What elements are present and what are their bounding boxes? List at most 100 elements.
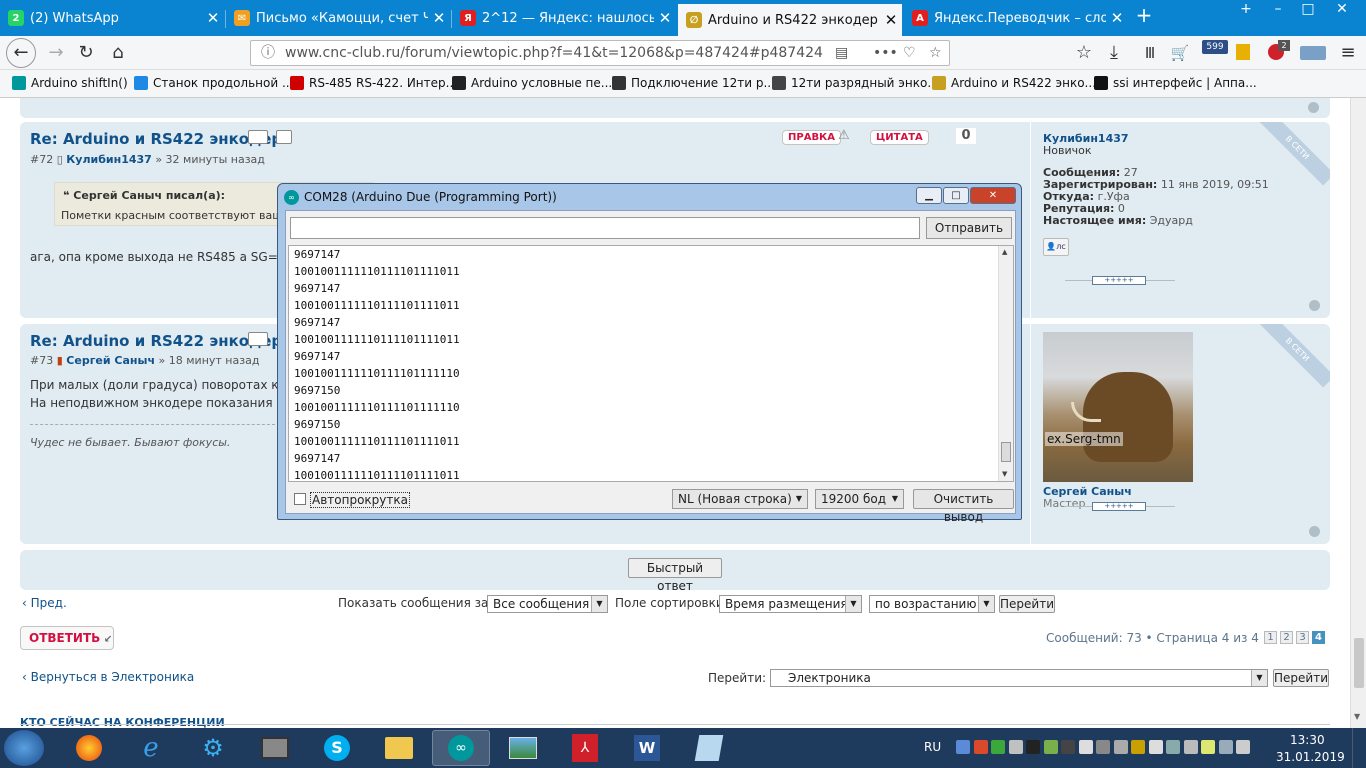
close-tab-icon[interactable]: ✕ [428, 9, 450, 27]
taskbar-photos[interactable] [494, 730, 552, 766]
battery-icon[interactable] [1218, 740, 1233, 754]
tray-icon[interactable] [1236, 740, 1250, 754]
tab-4[interactable]: ∅ Arduino и RS422 энкодер • Ста✕ [678, 4, 902, 36]
post-author[interactable]: Сергей Саныч [66, 354, 155, 367]
new-tab-plus-icon[interactable]: + [1130, 5, 1158, 26]
start-button[interactable] [4, 730, 44, 766]
page-link-2[interactable]: 2 [1280, 631, 1293, 644]
update-icon[interactable] [1201, 740, 1215, 754]
sort-field-select[interactable]: Время размещения ▼ [719, 595, 862, 613]
back-button[interactable]: ← [6, 38, 36, 68]
link-icon[interactable] [248, 332, 268, 346]
bookmark-7[interactable]: Arduino и RS422 энко... [932, 76, 1096, 90]
tab-3[interactable]: Я 2^12 — Яндекс: нашлось 72 м✕ [452, 2, 676, 34]
forward-button[interactable]: → [42, 40, 70, 66]
speaker-icon[interactable] [1166, 740, 1180, 754]
clock-time[interactable]: 13:30 [1290, 733, 1325, 747]
send-button[interactable]: Отправить [926, 217, 1012, 239]
autoscroll-label[interactable]: Автопрокрутка [310, 492, 410, 508]
close-tab-icon[interactable]: ✕ [654, 9, 676, 27]
usb-drive-icon[interactable] [1078, 740, 1093, 754]
nvidia-icon[interactable] [1043, 740, 1058, 754]
network-icon[interactable] [956, 740, 970, 754]
cart-button[interactable]: 🛒 [1166, 40, 1194, 66]
link-icon[interactable] [248, 130, 268, 144]
tab-2[interactable]: ✉ Письмо «Камоцци, счет ЧЛ Н✕ [226, 2, 450, 34]
sort-order-select[interactable]: по возрастанию ▼ [869, 595, 995, 613]
scroll-down-arrow-icon[interactable]: ▼ [1354, 712, 1360, 721]
extension-icon[interactable] [1300, 46, 1326, 60]
bookmark-1[interactable]: Arduino shiftIn() [12, 76, 128, 90]
post-title[interactable]: Re: Arduino и RS422 энкодер [30, 332, 282, 350]
downloads-button[interactable]: ⤓ [1100, 40, 1128, 66]
close-tab-icon[interactable]: ✕ [880, 11, 902, 29]
page-scrollbar[interactable]: ▼ [1350, 98, 1366, 728]
scroll-top-icon[interactable] [1309, 526, 1320, 537]
scroll-thumb[interactable] [1001, 442, 1011, 462]
url-bar[interactable]: ⓘ www.cnc-club.ru/forum/viewtopic.php?f=… [250, 40, 950, 66]
avatar[interactable]: ex.Serg-tmn [1043, 332, 1193, 482]
clear-output-button[interactable]: Очистить вывод [913, 489, 1014, 524]
show-desktop-button[interactable] [1352, 728, 1366, 768]
taskbar-skype[interactable]: S [308, 730, 366, 766]
reply-button[interactable]: ОТВЕТИТЬ ↙ [20, 626, 114, 650]
taskbar-arduino[interactable]: ∞ [432, 730, 490, 766]
usb-icon[interactable] [1026, 740, 1040, 754]
scroll-top-icon[interactable] [1309, 300, 1320, 311]
back-to-forum-link[interactable]: ‹ Вернуться в Электроника [22, 670, 194, 684]
page-actions-icon[interactable]: ••• [873, 41, 898, 65]
page-link-4[interactable]: 4 [1312, 631, 1325, 644]
taskbar-firefox[interactable] [60, 730, 118, 766]
baud-rate-select[interactable]: 19200 бод ▼ [815, 489, 904, 509]
show-posts-select[interactable]: Все сообщения ▼ [487, 595, 608, 613]
bookmark-3[interactable]: RS-485 RS-422. Интер... [290, 76, 457, 90]
power-icon[interactable] [1131, 740, 1145, 754]
sync-icon[interactable] [991, 740, 1005, 754]
menu-button[interactable]: ≡ [1334, 40, 1362, 66]
quote-button[interactable]: ЦИТАТА [870, 130, 929, 145]
close-window-button[interactable]: ✕ [1328, 0, 1356, 20]
report-icon[interactable]: ⚠ [838, 128, 850, 143]
language-indicator[interactable]: RU [924, 740, 941, 754]
monitor-icon[interactable] [1148, 740, 1163, 754]
scroll-down-arrow-icon[interactable]: ▼ [1002, 470, 1007, 478]
bookmarks-star-button[interactable]: ☆ [1070, 40, 1098, 66]
taskbar-ie[interactable]: e [122, 730, 180, 766]
taskbar-app[interactable] [246, 730, 304, 766]
pm-button[interactable]: 👤лс [1043, 238, 1069, 256]
post-author[interactable]: Кулибин1437 [66, 153, 152, 166]
tab-5[interactable]: A Яндекс.Переводчик – словарь✕ [904, 2, 1128, 34]
jump-select[interactable]: Электроника ▼ [770, 669, 1268, 687]
autoscroll-checkbox[interactable] [294, 493, 306, 505]
maximize-window-button[interactable]: □ [1294, 0, 1322, 20]
jump-go-button[interactable]: Перейти [1273, 669, 1329, 687]
serial-output[interactable]: 9697147 1001001111110111101111011 9697147 1… [288, 245, 1014, 482]
go-button[interactable]: Перейти [999, 595, 1055, 613]
clock-date[interactable]: 31.01.2019 [1276, 750, 1345, 764]
camera-icon[interactable] [1061, 740, 1075, 754]
taskbar-word[interactable]: W [618, 730, 676, 766]
tools-icon[interactable] [1008, 740, 1023, 754]
antivirus-icon[interactable] [973, 740, 988, 754]
scroll-top-icon[interactable] [1308, 102, 1319, 113]
taskbar-notes[interactable] [680, 730, 738, 766]
home-button[interactable]: ⌂ [104, 40, 132, 66]
bookmark-star-icon[interactable]: ☆ [929, 41, 942, 65]
bookmark-8[interactable]: ssi интерфейс | Аппа... [1094, 76, 1257, 90]
serial-input[interactable] [290, 217, 920, 239]
prev-link[interactable]: ‹ Пред. [22, 596, 67, 610]
new-tab-button[interactable]: + [1232, 0, 1260, 20]
flag-icon[interactable] [1113, 740, 1128, 754]
close-tab-icon[interactable]: ✕ [202, 9, 224, 27]
line-ending-select[interactable]: NL (Новая строка) ▼ [672, 489, 808, 509]
minimize-window-button[interactable]: – [1264, 0, 1292, 20]
taskbar-explorer[interactable] [370, 730, 428, 766]
close-button[interactable]: ✕ [970, 187, 1016, 204]
library-button[interactable]: Ⅲ [1136, 40, 1164, 66]
reload-button[interactable]: ↻ [72, 40, 100, 66]
taskbar-pdf[interactable]: ⅄ [556, 730, 614, 766]
scroll-up-arrow-icon[interactable]: ▲ [1002, 248, 1007, 256]
page-link-3[interactable]: 3 [1296, 631, 1309, 644]
device-icon[interactable] [1096, 740, 1110, 754]
bookmark-2[interactable]: Станок продольной ... [134, 76, 293, 90]
